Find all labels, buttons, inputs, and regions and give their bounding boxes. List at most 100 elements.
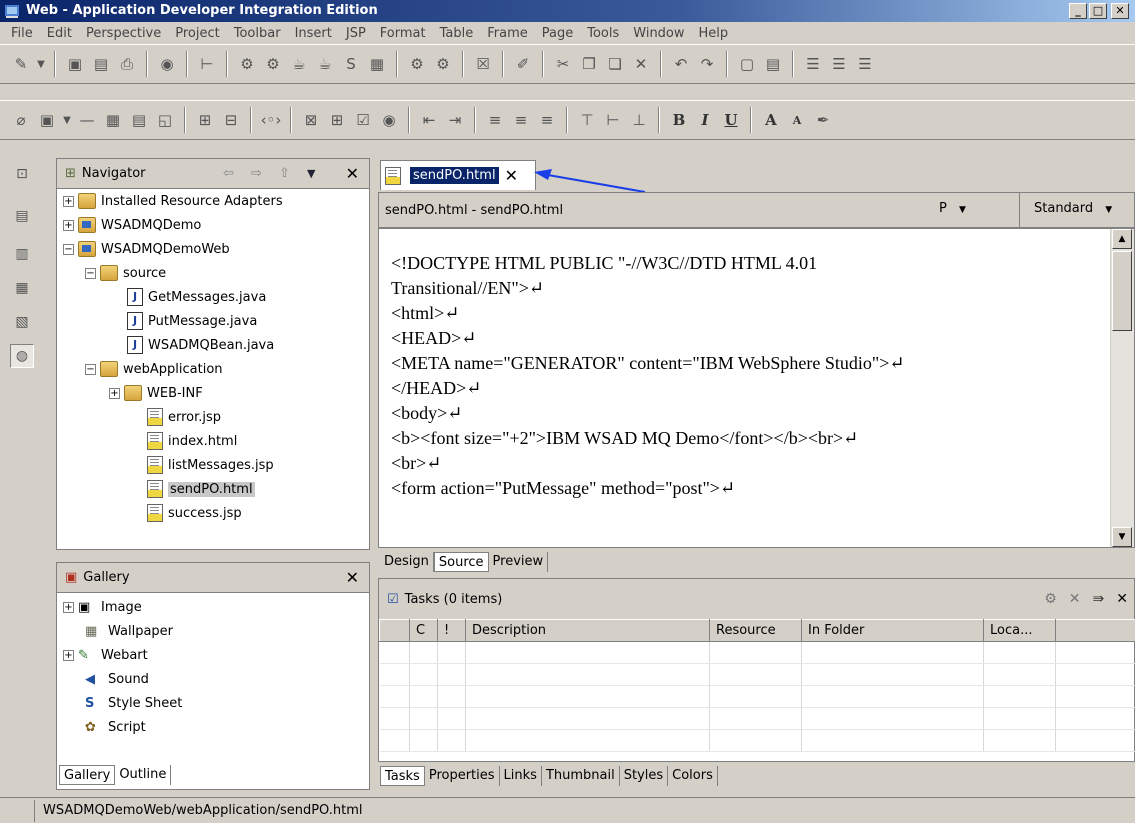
expand-icon[interactable]: + — [63, 601, 74, 613]
checkbox-field-icon[interactable]: ☑ — [352, 109, 374, 131]
grid-icon[interactable]: ⊞ — [194, 109, 216, 131]
scroll-thumb[interactable] — [1112, 251, 1132, 331]
tree-item[interactable]: J PutMessage.java — [127, 309, 257, 333]
outdent-icon[interactable]: ⇤ — [418, 109, 440, 131]
menu-jsp[interactable]: JSP — [339, 26, 373, 41]
tab-colors[interactable]: Colors — [668, 766, 718, 786]
maximize-button[interactable]: □ — [1089, 3, 1107, 19]
paragraph-select[interactable]: P ▼ — [939, 201, 966, 216]
radio-field-icon[interactable]: ◉ — [378, 109, 400, 131]
view-mode-select[interactable]: Standard ▼ — [1019, 193, 1135, 227]
menu-tools[interactable]: Tools — [580, 26, 626, 41]
insert-form-icon[interactable]: ▤ — [762, 53, 784, 75]
tab-source[interactable]: Source — [433, 552, 489, 572]
code-area[interactable]: <!DOCTYPE HTML PUBLIC "-//W3C//DTD HTML … — [391, 251, 1104, 501]
tree-item[interactable]: − WSADMQDemoWeb — [63, 237, 230, 261]
underline-button[interactable]: U — [720, 109, 742, 131]
font-larger-button[interactable]: A — [760, 109, 782, 131]
add-task-icon[interactable]: ⚙ — [1044, 591, 1057, 607]
gallery-item[interactable]: ▦ Wallpaper — [85, 619, 173, 643]
tree-item[interactable]: J WSADMQBean.java — [127, 333, 274, 357]
valign-middle-icon[interactable]: ⊢ — [602, 109, 624, 131]
tab-tasks[interactable]: Tasks — [380, 766, 425, 786]
tree-item[interactable]: + Installed Resource Adapters — [63, 189, 283, 213]
tab-preview[interactable]: Preview — [489, 552, 549, 572]
horizontal-rule-icon[interactable]: — — [76, 109, 98, 131]
gallery-item[interactable]: ◀ Sound — [85, 667, 149, 691]
menu-table[interactable]: Table — [433, 26, 481, 41]
tree-item[interactable]: error.jsp — [147, 405, 221, 429]
menu-toolbar[interactable]: Toolbar — [227, 26, 288, 41]
title-bar[interactable]: Web - Application Developer Integration … — [0, 0, 1135, 22]
link-icon[interactable]: ⌀ — [10, 109, 32, 131]
forward-icon[interactable]: ⇨ — [251, 166, 262, 181]
align-center-icon[interactable]: ≡ — [510, 109, 532, 131]
color-picker-icon[interactable]: ✒ — [812, 109, 834, 131]
java-bean-icon[interactable]: ☕ — [288, 53, 310, 75]
frame-icon[interactable]: ▣ — [36, 109, 58, 131]
expand-icon[interactable]: + — [109, 387, 120, 399]
server-debug-icon[interactable]: ⚙ — [262, 53, 284, 75]
close-icon[interactable]: ✕ — [505, 166, 518, 185]
close-button[interactable]: ✕ — [1111, 3, 1129, 19]
layout-frame-icon[interactable]: ◱ — [154, 109, 176, 131]
perspective-server-icon[interactable]: ▧ — [10, 310, 34, 334]
debug-icon[interactable]: ⚙ — [432, 53, 454, 75]
vertical-scrollbar[interactable]: ▲ ▼ — [1110, 229, 1134, 547]
open-perspective-icon[interactable]: ⊡ — [10, 162, 34, 186]
collapse-icon[interactable]: − — [85, 267, 96, 279]
gallery-item[interactable]: + ✎ Webart — [63, 643, 148, 667]
tree-item[interactable]: − source — [85, 261, 166, 285]
valign-top-icon[interactable]: ⊤ — [576, 109, 598, 131]
paste-icon[interactable]: ❏ — [604, 53, 626, 75]
embed-icon[interactable]: ‹◦› — [260, 109, 282, 131]
scroll-down-icon[interactable]: ▼ — [1112, 527, 1132, 547]
tab-design[interactable]: Design — [380, 552, 434, 572]
menu-file[interactable]: File — [4, 26, 40, 41]
tab-thumbnail[interactable]: Thumbnail — [542, 766, 620, 786]
close-icon[interactable]: ✕ — [1116, 591, 1128, 607]
tree-item[interactable]: index.html — [147, 429, 237, 453]
delete-task-icon[interactable]: ✕ — [1069, 591, 1081, 607]
tree-item[interactable]: − webApplication — [85, 357, 223, 381]
save-all-icon[interactable]: ▤ — [90, 53, 112, 75]
tree-item[interactable]: + WSADMQDemo — [63, 213, 201, 237]
align-left-icon[interactable]: ≡ — [484, 109, 506, 131]
menu-page[interactable]: Page — [535, 26, 580, 41]
menu-format[interactable]: Format — [373, 26, 433, 41]
gallery-item[interactable]: ✿ Script — [85, 715, 146, 739]
perspective-web-icon[interactable]: ◍ — [10, 344, 34, 368]
close-icon[interactable]: ✕ — [346, 568, 359, 587]
bullet-list-icon[interactable]: ☰ — [802, 53, 824, 75]
close-icon[interactable]: ✕ — [346, 164, 359, 183]
menu-project[interactable]: Project — [168, 26, 226, 41]
back-icon[interactable]: ⇦ — [223, 166, 234, 181]
font-smaller-button[interactable]: A — [786, 109, 808, 131]
gallery-item[interactable]: + ▣ Image — [63, 595, 142, 619]
scroll-up-icon[interactable]: ▲ — [1112, 229, 1132, 249]
tab-outline[interactable]: Outline — [115, 765, 172, 785]
indent-icon[interactable]: ⇥ — [444, 109, 466, 131]
form-icon[interactable]: ▤ — [128, 109, 150, 131]
select-cell-icon[interactable]: ⊟ — [220, 109, 242, 131]
bold-button[interactable]: B — [668, 109, 690, 131]
new-dropdown-icon[interactable]: ▼ — [36, 53, 46, 75]
insert-image-icon[interactable]: ▢ — [736, 53, 758, 75]
tab-gallery[interactable]: Gallery — [59, 765, 116, 785]
tree-item[interactable]: + WEB-INF — [109, 381, 203, 405]
expand-icon[interactable]: + — [63, 649, 74, 661]
run-icon[interactable]: ⚙ — [406, 53, 428, 75]
column-header[interactable]: Resource — [709, 619, 802, 642]
column-header[interactable]: Loca... — [983, 619, 1056, 642]
table-icon[interactable]: ▦ — [102, 109, 124, 131]
undo-icon[interactable]: ↶ — [670, 53, 692, 75]
menu-window[interactable]: Window — [626, 26, 691, 41]
column-header[interactable]: In Folder — [801, 619, 984, 642]
source-editor[interactable]: <!DOCTYPE HTML PUBLIC "-//W3C//DTD HTML … — [378, 228, 1135, 548]
redo-icon[interactable]: ↷ — [696, 53, 718, 75]
column-header[interactable] — [379, 619, 410, 642]
numbered-list-icon[interactable]: ☰ — [828, 53, 850, 75]
save-icon[interactable]: ▣ — [64, 53, 86, 75]
tab-properties[interactable]: Properties — [425, 766, 500, 786]
align-right-icon[interactable]: ≡ — [536, 109, 558, 131]
